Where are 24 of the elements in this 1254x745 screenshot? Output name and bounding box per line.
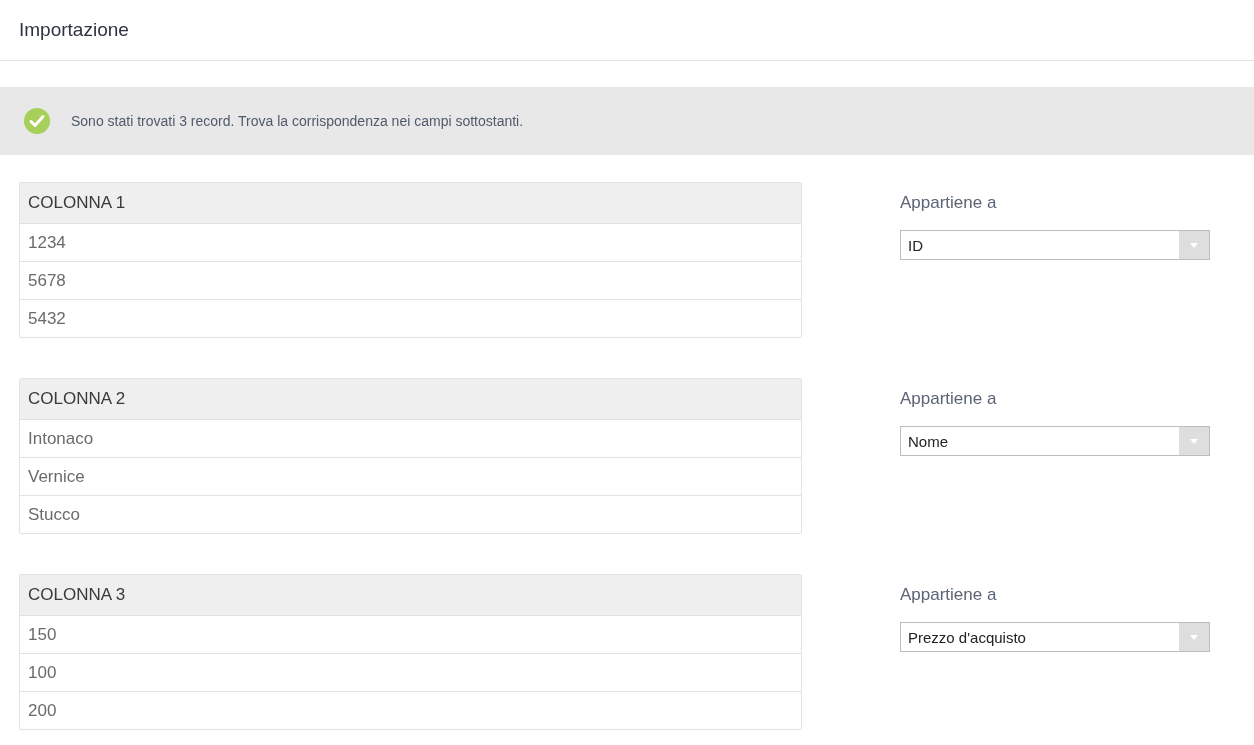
table-cell: 5678 bbox=[20, 261, 801, 299]
field-label: Appartiene a bbox=[900, 193, 998, 214]
field-dropdown[interactable]: Nome bbox=[900, 426, 1210, 456]
table-cell-text: 1234 bbox=[27, 231, 67, 254]
page-title: Importazione bbox=[19, 19, 129, 41]
field-dropdown[interactable]: Prezzo d'acquisto bbox=[900, 622, 1210, 652]
column-heading: COLONNA 2 bbox=[20, 379, 801, 420]
caret-icon bbox=[1190, 242, 1198, 248]
table-cell: 5432 bbox=[20, 299, 801, 337]
banner-message: Sono stati trovati 3 record. Trova la corrispondenza nei campi sottostanti. bbox=[71, 113, 524, 129]
column-heading: COLONNA 1 bbox=[20, 183, 801, 224]
caret-icon bbox=[1190, 634, 1198, 640]
table-cell: 100 bbox=[20, 653, 801, 691]
field-label: Appartiene a bbox=[900, 585, 998, 606]
column-heading: COLONNA 3 bbox=[20, 575, 801, 616]
field-dropdown[interactable]: ID bbox=[900, 230, 1210, 260]
check-icon bbox=[23, 107, 51, 135]
table-cell-text: 150 bbox=[27, 623, 58, 646]
table-cell: Stucco bbox=[20, 495, 801, 533]
table-cell: Vernice bbox=[20, 457, 801, 495]
field-label: Appartiene a bbox=[900, 389, 998, 410]
caret-icon bbox=[1190, 438, 1198, 444]
table-cell: 200 bbox=[20, 691, 801, 729]
table-cell-text: Intonaco bbox=[27, 427, 95, 450]
